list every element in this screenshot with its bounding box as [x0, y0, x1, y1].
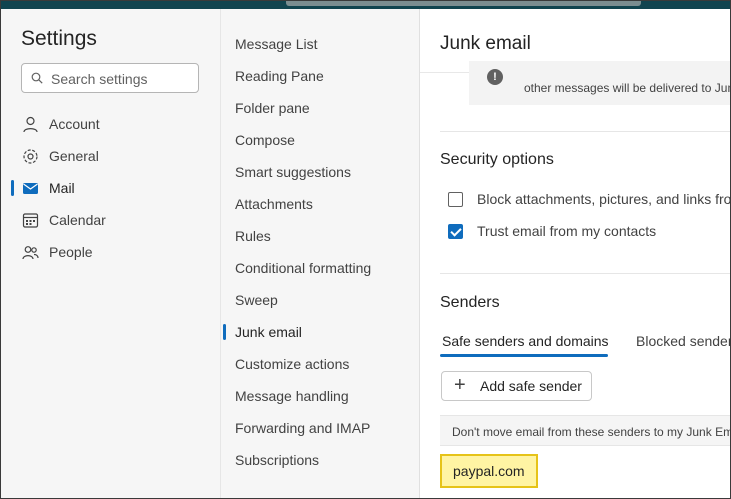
safe-sender-domain: paypal.com	[453, 463, 525, 479]
nav-label-people: People	[49, 244, 93, 260]
nav-item-calendar[interactable]: Calendar	[1, 205, 220, 235]
people-icon	[22, 246, 39, 260]
menu-item-folder-pane[interactable]: Folder pane	[221, 95, 421, 123]
menu-item-label: Message handling	[235, 388, 349, 404]
menu-item-customize-actions[interactable]: Customize actions	[221, 351, 421, 379]
block-attachments-checkbox[interactable]	[448, 192, 463, 207]
menu-item-subscriptions[interactable]: Subscriptions	[221, 447, 421, 475]
list-header-text: Don't move email from these senders to m…	[452, 425, 731, 439]
active-indicator	[223, 324, 226, 340]
title-bar	[1, 1, 730, 9]
add-safe-sender-button[interactable]: + Add safe sender	[441, 371, 592, 401]
menu-item-conditional-formatting[interactable]: Conditional formatting	[221, 255, 421, 283]
senders-heading: Senders	[440, 294, 500, 311]
settings-window: Settings Account General	[0, 0, 731, 499]
menu-item-attachments[interactable]: Attachments	[221, 191, 421, 219]
nav-item-general[interactable]: General	[1, 141, 220, 171]
menu-item-compose[interactable]: Compose	[221, 127, 421, 155]
calendar-icon	[22, 213, 39, 228]
menu-item-label: Subscriptions	[235, 452, 320, 468]
menu-item-forwarding-imap[interactable]: Forwarding and IMAP	[221, 415, 421, 443]
active-indicator	[11, 180, 14, 196]
menu-item-label: Attachments	[235, 196, 313, 212]
plus-icon: +	[454, 374, 466, 396]
menu-item-message-list[interactable]: Message List	[221, 31, 421, 59]
junk-email-pane: Junk email ! other messages will be deli…	[420, 9, 731, 498]
menu-item-junk-email[interactable]: Junk email	[221, 319, 421, 347]
safe-senders-list-header: Don't move email from these senders to m…	[440, 415, 731, 446]
menu-item-reading-pane[interactable]: Reading Pane	[221, 63, 421, 91]
menu-item-label: Folder pane	[235, 100, 310, 116]
menu-item-label: Compose	[235, 132, 295, 148]
section-divider	[440, 131, 730, 132]
settings-title: Settings	[21, 27, 97, 50]
search-input[interactable]	[49, 69, 198, 89]
nav-label-account: Account	[49, 116, 100, 132]
security-options-heading: Security options	[440, 151, 554, 168]
menu-item-label: Customize actions	[235, 356, 350, 372]
nav-label-mail: Mail	[49, 180, 75, 196]
menu-item-label: Smart suggestions	[235, 164, 351, 180]
menu-item-label: Sweep	[235, 292, 278, 308]
nav-item-people[interactable]: People	[1, 237, 220, 267]
menu-item-label: Junk email	[235, 324, 302, 340]
info-text: other messages will be delivered to Jun	[524, 81, 731, 95]
trust-contacts-label: Trust email from my contacts	[477, 223, 657, 239]
info-icon: !	[487, 69, 503, 85]
trust-contacts-checkbox[interactable]	[448, 224, 463, 239]
menu-item-label: Message List	[235, 36, 318, 52]
menu-item-label: Reading Pane	[235, 68, 324, 84]
menu-item-label: Conditional formatting	[235, 260, 372, 276]
add-safe-sender-label: Add safe sender	[480, 378, 582, 394]
info-message: ! other messages will be delivered to Ju…	[469, 61, 731, 105]
mail-settings-menu: Message List Reading Pane Folder pane Co…	[220, 9, 421, 498]
settings-sidebar: Settings Account General	[1, 9, 220, 498]
menu-item-smart-suggestions[interactable]: Smart suggestions	[221, 159, 421, 187]
menu-item-rules[interactable]: Rules	[221, 223, 421, 251]
block-attachments-label: Block attachments, pictures, and links f…	[477, 191, 731, 207]
tab-safe-senders[interactable]: Safe senders and domains	[442, 333, 609, 349]
top-scrollbar[interactable]	[286, 1, 641, 6]
mail-icon	[23, 183, 38, 194]
safe-sender-item[interactable]: paypal.com	[440, 454, 538, 488]
menu-item-message-handling[interactable]: Message handling	[221, 383, 421, 411]
nav-item-mail[interactable]: Mail	[1, 173, 220, 203]
menu-item-sweep[interactable]: Sweep	[221, 287, 421, 315]
nav-label-calendar: Calendar	[49, 212, 106, 228]
search-box[interactable]	[21, 63, 199, 93]
tab-active-underline	[440, 354, 608, 357]
nav-item-account[interactable]: Account	[1, 109, 220, 139]
section-divider	[440, 273, 730, 274]
search-icon	[31, 72, 43, 84]
gear-icon	[23, 149, 38, 164]
tab-blocked-senders[interactable]: Blocked sender	[636, 333, 730, 349]
person-icon	[23, 116, 38, 133]
nav-label-general: General	[49, 148, 99, 164]
menu-item-label: Forwarding and IMAP	[235, 420, 371, 436]
menu-item-label: Rules	[235, 228, 271, 244]
page-title: Junk email	[440, 33, 531, 54]
